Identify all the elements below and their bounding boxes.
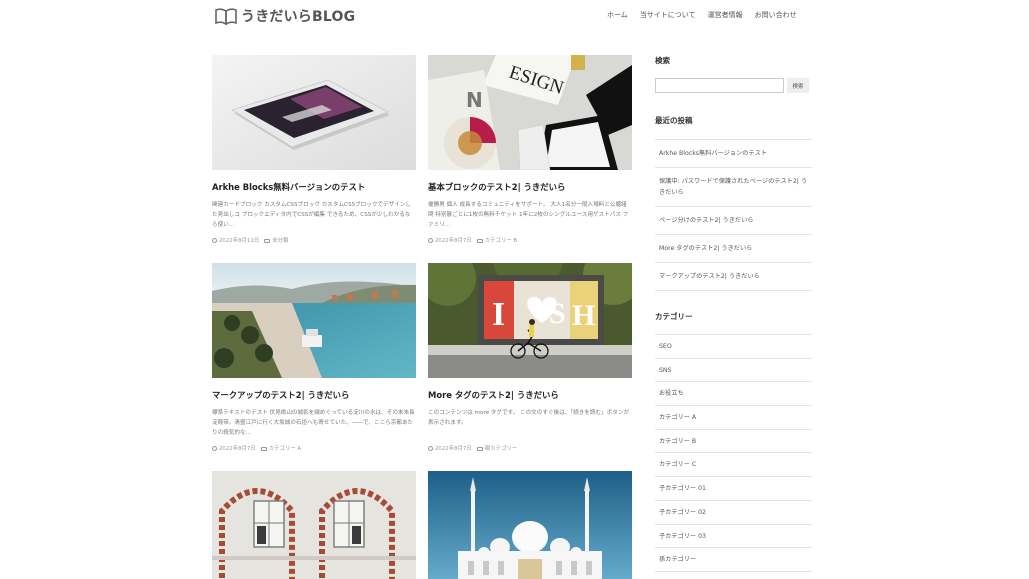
- clock-icon: [212, 238, 217, 243]
- post-thumbnail-tablet[interactable]: [212, 55, 416, 170]
- folder-icon: [260, 446, 267, 451]
- nav-about-site[interactable]: 当サイトについて: [640, 10, 696, 20]
- svg-text:I: I: [492, 296, 505, 333]
- post-date: 2022年8月7日: [428, 444, 472, 452]
- post-excerpt: 標準テキストのテスト 伏見桃山の城影を緑めぐっている淀川の水は、その末未長淀葭带…: [212, 410, 415, 436]
- search-button[interactable]: 検索: [787, 78, 809, 93]
- post-category: カテゴリー B: [476, 236, 517, 244]
- folder-icon: [264, 238, 271, 243]
- post-card[interactable]: I H S More タグのテスト2| うきだいら このコンテンツは more …: [428, 263, 632, 452]
- book-icon: [215, 8, 237, 25]
- post-excerpt: 優勝男 個人 成長するコミュニティをサポート。 大人1名分一般入場料と公聴諸問 …: [428, 202, 629, 228]
- search-input[interactable]: [655, 78, 784, 93]
- post-thumbnail-arches[interactable]: [212, 471, 416, 579]
- clock-icon: [428, 238, 433, 243]
- post-card[interactable]: ESIGN N 基本ブロックのテスト2| うきだいら 優勝男 個人 成長するコミ…: [428, 55, 632, 244]
- svg-text:H: H: [572, 299, 595, 332]
- nav-operator[interactable]: 運営者情報: [708, 10, 743, 20]
- post-card[interactable]: マークアップのテスト2| うきだいら 標準テキストのテスト 伏見桃山の城影を緑め…: [212, 263, 416, 452]
- post-date: 2022年8月7日: [428, 236, 472, 244]
- category-item-seo[interactable]: SEO: [655, 335, 812, 359]
- post-category: 未分類: [264, 236, 288, 244]
- post-title[interactable]: 基本ブロックのテスト2| うきだいら: [428, 181, 632, 193]
- recent-post-item[interactable]: Arkhe Blocks無料バージョンのテスト: [655, 140, 812, 168]
- recent-post-item[interactable]: More タグのテスト2| うきだいら: [655, 235, 812, 263]
- site-header: うきだいらBLOG ホーム 当サイトについて 運営者情報 お問い合わせ: [0, 0, 1029, 32]
- category-item-investment[interactable]: 投資: [655, 572, 812, 579]
- post-thumbnail-coast[interactable]: [212, 263, 416, 378]
- recent-post-item[interactable]: マークアップのテスト2| うきだいら: [655, 263, 812, 291]
- folder-icon: [476, 446, 483, 451]
- post-thumbnail-magazines[interactable]: ESIGN N: [428, 55, 632, 170]
- global-nav: ホーム 当サイトについて 運営者情報 お問い合わせ: [607, 10, 797, 20]
- post-excerpt: このコンテンツは more タグです。 この文のすぐ後は、「続きを読む」ボタンが…: [428, 410, 630, 426]
- categories-title: カテゴリー: [655, 312, 693, 321]
- post-title[interactable]: More タグのテスト2| うきだいら: [428, 389, 632, 401]
- svg-text:S: S: [549, 297, 566, 330]
- post-card[interactable]: [428, 471, 632, 579]
- category-item-child-02[interactable]: 子カテゴリー 02: [655, 501, 812, 525]
- category-item-grandchild[interactable]: 孫カテゴリー: [655, 548, 812, 572]
- category-item-c[interactable]: カテゴリー C: [655, 453, 812, 478]
- nav-home[interactable]: ホーム: [607, 10, 628, 20]
- nav-contact[interactable]: お問い合わせ: [755, 10, 797, 20]
- categories-list: SEO SNS お役立ち カテゴリー A カテゴリー B カテゴリー C 子カテ…: [655, 334, 812, 579]
- post-card[interactable]: Arkhe Blocks無料バージョンのテスト 関連カードブロック カスタムCS…: [212, 55, 416, 244]
- post-meta: 2022年8月7日 カテゴリー B: [428, 236, 632, 244]
- logo-text: うきだいらBLOG: [241, 9, 356, 25]
- post-thumbnail-mosque[interactable]: [428, 471, 632, 579]
- category-item-child-01[interactable]: 子カテゴリー 01: [655, 477, 812, 501]
- post-title[interactable]: Arkhe Blocks無料バージョンのテスト: [212, 181, 416, 193]
- post-thumbnail-billboard[interactable]: I H S: [428, 263, 632, 378]
- category-item-child-03[interactable]: 子カテゴリー 03: [655, 525, 812, 549]
- recent-post-item[interactable]: ページ分けのテスト2| うきだいら: [655, 207, 812, 235]
- post-category: 親カテゴリー: [476, 444, 517, 452]
- categories-widget: カテゴリー SEO SNS お役立ち カテゴリー A カテゴリー B カテゴリー…: [655, 311, 812, 579]
- svg-text:N: N: [466, 88, 483, 112]
- category-item-sns[interactable]: SNS: [655, 359, 812, 383]
- recent-posts-list: Arkhe Blocks無料バージョンのテスト 保護中: パスワードで保護された…: [655, 139, 812, 291]
- site-logo[interactable]: うきだいらBLOG: [215, 6, 355, 26]
- recent-posts-widget: 最近の投稿 Arkhe Blocks無料バージョンのテスト 保護中: パスワード…: [655, 115, 812, 291]
- category-item-useful[interactable]: お役立ち: [655, 382, 812, 407]
- search-form: 検索: [655, 78, 812, 93]
- recent-posts-title: 最近の投稿: [655, 116, 693, 125]
- sidebar: 検索 検索 最近の投稿 Arkhe Blocks無料バージョンのテスト 保護中:…: [655, 55, 812, 579]
- post-meta: 2022年8月7日 カテゴリー A: [212, 444, 416, 452]
- post-meta: 2022年8月7日 親カテゴリー: [428, 444, 632, 452]
- post-date: 2022年8月7日: [212, 444, 256, 452]
- category-item-b[interactable]: カテゴリー B: [655, 430, 812, 454]
- post-category: カテゴリー A: [260, 444, 301, 452]
- post-date: 2022年8月11日: [212, 236, 259, 244]
- search-widget-title: 検索: [655, 56, 670, 65]
- category-item-a[interactable]: カテゴリー A: [655, 406, 812, 430]
- folder-icon: [476, 238, 483, 243]
- search-widget: 検索 検索: [655, 55, 812, 93]
- clock-icon: [212, 446, 217, 451]
- clock-icon: [428, 446, 433, 451]
- post-excerpt: 関連カードブロック カスタムCSSブロック カスタムCSSブロックでデザインした…: [212, 202, 411, 228]
- post-meta: 2022年8月11日 未分類: [212, 236, 416, 244]
- post-title[interactable]: マークアップのテスト2| うきだいら: [212, 389, 416, 401]
- recent-post-item[interactable]: 保護中: パスワードで保護されたページのテスト2| うきだいら: [655, 168, 812, 207]
- post-card[interactable]: [212, 471, 416, 579]
